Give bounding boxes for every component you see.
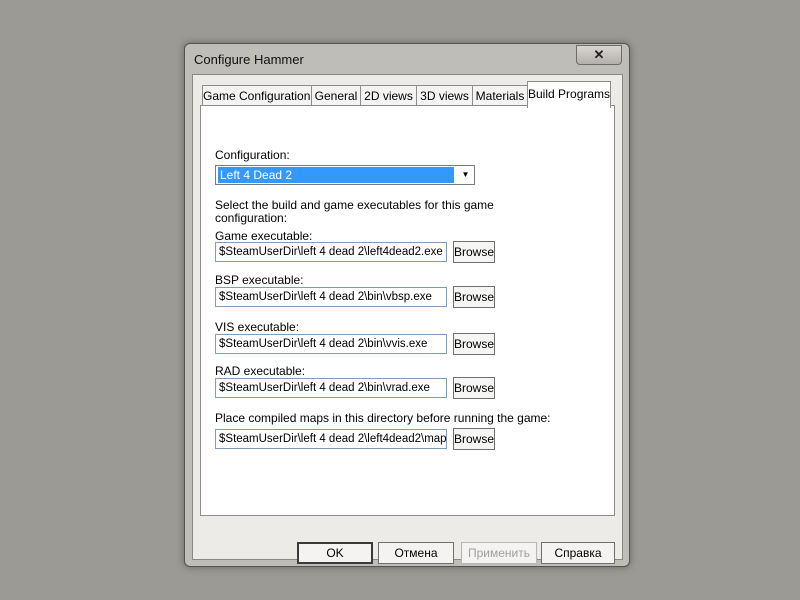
maps-browse-button[interactable]: Browse	[453, 428, 495, 450]
tab-3d-views[interactable]: 3D views	[416, 85, 473, 107]
chevron-down-icon[interactable]: ▼	[458, 167, 473, 183]
ok-button[interactable]: OK	[297, 542, 373, 564]
dialog-client-area: Game Configurations General 2D views 3D …	[192, 74, 623, 560]
tab-build-programs[interactable]: Build Programs	[527, 81, 611, 108]
game-browse-button[interactable]: Browse	[453, 241, 495, 263]
close-button[interactable]: ✕	[576, 45, 622, 65]
maps-directory-label: Place compiled maps in this directory be…	[215, 411, 551, 425]
bsp-browse-button[interactable]: Browse	[453, 286, 495, 308]
build-programs-panel: Configuration: Left 4 Dead 2 ▼ Select th…	[200, 105, 615, 516]
tab-game-configurations[interactable]: Game Configurations	[202, 85, 316, 107]
configuration-label: Configuration:	[215, 148, 290, 162]
instructions-line-2: configuration:	[215, 211, 288, 225]
apply-button[interactable]: Применить	[461, 542, 537, 564]
configure-hammer-dialog: Configure Hammer ✕ Game Configurations G…	[184, 43, 630, 567]
rad-browse-button[interactable]: Browse	[453, 377, 495, 399]
rad-executable-label: RAD executable:	[215, 364, 306, 378]
configuration-selected-value: Left 4 Dead 2	[218, 167, 454, 183]
bsp-executable-label: BSP executable:	[215, 273, 304, 287]
instructions-line-1: Select the build and game executables fo…	[215, 198, 494, 212]
bsp-executable-field[interactable]: $SteamUserDir\left 4 dead 2\bin\vbsp.exe	[215, 287, 447, 307]
tab-general[interactable]: General	[311, 85, 361, 107]
tab-2d-views[interactable]: 2D views	[360, 85, 417, 107]
game-executable-field[interactable]: $SteamUserDir\left 4 dead 2\left4dead2.e…	[215, 242, 447, 262]
help-button[interactable]: Справка	[541, 542, 615, 564]
vis-browse-button[interactable]: Browse	[453, 333, 495, 355]
configuration-select[interactable]: Left 4 Dead 2 ▼	[215, 165, 475, 185]
tab-materials[interactable]: Materials	[472, 85, 528, 107]
title-bar[interactable]: Configure Hammer ✕	[185, 44, 629, 74]
rad-executable-field[interactable]: $SteamUserDir\left 4 dead 2\bin\vrad.exe	[215, 378, 447, 398]
maps-directory-field[interactable]: $SteamUserDir\left 4 dead 2\left4dead2\m…	[215, 429, 447, 449]
game-executable-label: Game executable:	[215, 229, 313, 243]
vis-executable-field[interactable]: $SteamUserDir\left 4 dead 2\bin\vvis.exe	[215, 334, 447, 354]
cancel-button[interactable]: Отмена	[378, 542, 454, 564]
vis-executable-label: VIS executable:	[215, 320, 300, 334]
close-icon: ✕	[593, 47, 605, 62]
window-title: Configure Hammer	[194, 52, 304, 67]
